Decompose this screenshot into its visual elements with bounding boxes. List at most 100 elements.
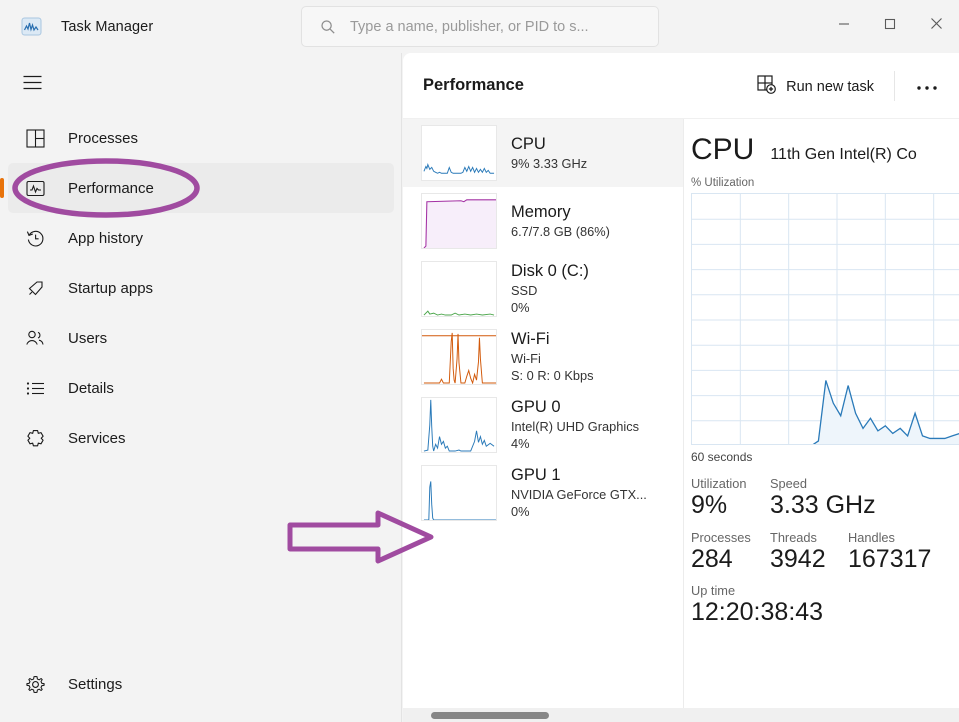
cpu-stats: Utilization 9% Speed 3.33 GHz Processes … [691, 476, 959, 628]
stat-value: 3942 [770, 545, 848, 575]
resource-name: GPU 1 [511, 466, 647, 484]
stat-label: Handles [848, 530, 931, 545]
settings-label: Settings [68, 676, 122, 693]
resource-text: GPU 0 Intel(R) UHD Graphics 4% [511, 398, 639, 451]
resource-detail: 9% 3.33 GHz [511, 157, 587, 171]
sidebar-item-details[interactable]: Details [8, 363, 394, 413]
stat-processes: Processes 284 [691, 530, 770, 575]
new-task-icon [757, 75, 776, 99]
title-bar: Task Manager [0, 0, 959, 53]
resource-item-cpu[interactable]: CPU 9% 3.33 GHz [403, 119, 683, 187]
resource-name: CPU [511, 135, 587, 153]
run-new-task-button[interactable]: Run new task [749, 71, 882, 103]
disk-sparkline [421, 261, 497, 317]
content-header: Performance Run new task [403, 53, 959, 119]
task-manager-icon [20, 16, 42, 38]
resource-item-wifi[interactable]: Wi-Fi Wi-Fi S: 0 R: 0 Kbps [403, 323, 683, 391]
resource-name: GPU 0 [511, 398, 639, 416]
horizontal-scrollbar[interactable] [403, 708, 959, 722]
app-title: Task Manager [61, 19, 153, 35]
sidebar-item-label: Services [68, 430, 126, 447]
cpu-utilization-graph [691, 193, 959, 445]
task-manager-window: Task Manager [0, 0, 959, 722]
detail-title-row: CPU 11th Gen Intel(R) Co [691, 133, 959, 167]
resource-text: GPU 1 NVIDIA GeForce GTX... 0% [511, 466, 647, 519]
stat-label: Threads [770, 530, 848, 545]
search-input[interactable] [350, 19, 648, 35]
resource-item-gpu1[interactable]: GPU 1 NVIDIA GeForce GTX... 0% [403, 459, 683, 527]
cpu-detail-panel: CPU 11th Gen Intel(R) Co % Utilization 6… [685, 119, 959, 722]
stat-uptime: Up time 12:20:38:43 [691, 583, 959, 628]
sidebar-item-label: Users [68, 330, 107, 347]
resource-detail: NVIDIA GeForce GTX... [511, 488, 647, 502]
memory-sparkline [421, 193, 497, 249]
resource-name: Memory [511, 203, 610, 221]
more-options-button[interactable] [909, 71, 945, 103]
resource-detail: 4% [511, 437, 639, 451]
stat-value: 9% [691, 491, 770, 521]
run-new-task-label: Run new task [786, 79, 874, 95]
gpu1-sparkline [421, 465, 497, 521]
resource-text: CPU 9% 3.33 GHz [511, 135, 587, 171]
resource-text: Wi-Fi Wi-Fi S: 0 R: 0 Kbps [511, 330, 594, 383]
history-icon [22, 229, 48, 248]
cpu-sparkline [421, 125, 497, 181]
stat-value: 284 [691, 545, 770, 575]
sidebar-item-users[interactable]: Users [8, 313, 394, 363]
page-title: Performance [423, 76, 524, 95]
resource-name: Wi-Fi [511, 330, 594, 348]
sidebar-item-performance[interactable]: Performance [8, 163, 394, 213]
minimize-button[interactable] [821, 0, 867, 47]
resource-detail: 0% [511, 301, 589, 315]
graph-time-label: 60 seconds [691, 450, 959, 464]
sidebar-item-label: Processes [68, 130, 138, 147]
stat-value: 167317 [848, 545, 931, 575]
resource-item-gpu0[interactable]: GPU 0 Intel(R) UHD Graphics 4% [403, 391, 683, 459]
content-area: Performance Run new task [403, 53, 959, 722]
ellipsis-icon [916, 78, 938, 96]
stat-threads: Threads 3942 [770, 530, 848, 575]
close-button[interactable] [913, 0, 959, 47]
search-container[interactable] [301, 6, 659, 47]
wifi-sparkline [421, 329, 497, 385]
stat-utilization: Utilization 9% [691, 476, 770, 521]
sidebar-item-settings[interactable]: Settings [8, 660, 394, 708]
stat-label: Processes [691, 530, 770, 545]
scrollbar-thumb[interactable] [431, 712, 549, 719]
sidebar-item-app-history[interactable]: App history [8, 213, 394, 263]
resource-name: Disk 0 (C:) [511, 262, 589, 280]
stat-row-labels-1: Utilization 9% Speed 3.33 GHz [691, 476, 959, 521]
processes-icon [22, 129, 48, 148]
gear-icon [22, 675, 48, 694]
sidebar: Processes Performance [0, 53, 402, 722]
detail-title: CPU [691, 133, 754, 167]
performance-icon [22, 179, 48, 198]
detail-model: 11th Gen Intel(R) Co [770, 146, 916, 164]
maximize-button[interactable] [867, 0, 913, 47]
resource-list[interactable]: CPU 9% 3.33 GHz Memory 6.7/7.8 GB (86%) [403, 119, 684, 722]
header-divider [894, 71, 895, 101]
resource-detail: Intel(R) UHD Graphics [511, 420, 639, 434]
hamburger-menu-icon[interactable] [12, 63, 52, 101]
graph-axis-label: % Utilization [691, 177, 959, 189]
gpu0-sparkline [421, 397, 497, 453]
resource-detail: 6.7/7.8 GB (86%) [511, 225, 610, 239]
resource-detail: 0% [511, 505, 647, 519]
stat-label: Utilization [691, 476, 770, 491]
resource-item-disk0[interactable]: Disk 0 (C:) SSD 0% [403, 255, 683, 323]
services-gear-icon [22, 429, 48, 448]
stat-value: 12:20:38:43 [691, 598, 959, 628]
stat-value: 3.33 GHz [770, 491, 876, 521]
stat-label: Up time [691, 583, 959, 598]
resource-detail: Wi-Fi [511, 352, 594, 366]
resource-item-memory[interactable]: Memory 6.7/7.8 GB (86%) [403, 187, 683, 255]
stat-speed: Speed 3.33 GHz [770, 476, 876, 521]
search-icon [320, 19, 336, 35]
sidebar-item-label: App history [68, 230, 143, 247]
sidebar-item-processes[interactable]: Processes [8, 113, 394, 163]
stat-handles: Handles 167317 [848, 530, 931, 575]
rocket-icon [22, 279, 48, 298]
sidebar-item-startup-apps[interactable]: Startup apps [8, 263, 394, 313]
stat-row-labels-2: Processes 284 Threads 3942 Handles 16731… [691, 530, 959, 575]
sidebar-item-services[interactable]: Services [8, 413, 394, 463]
